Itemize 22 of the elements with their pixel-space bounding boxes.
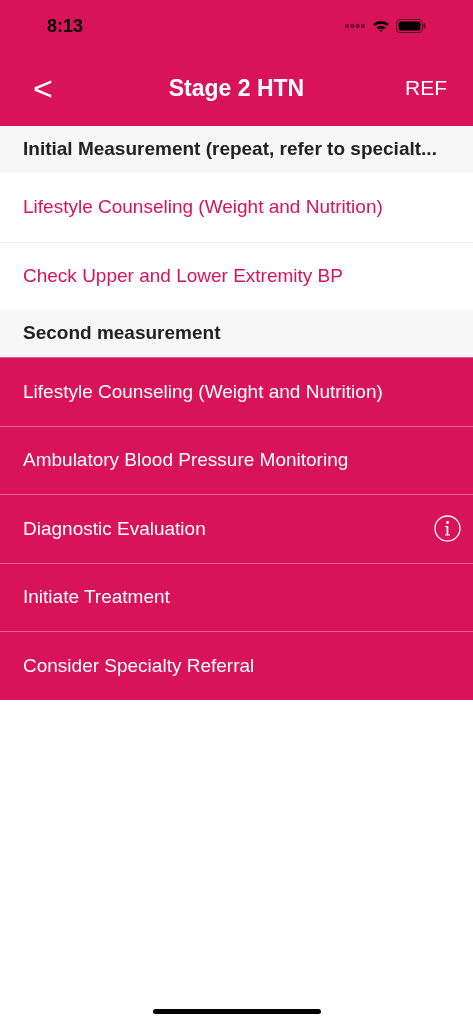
section-header: Initial Measurement (repeat, refer to specialt...: [0, 126, 473, 173]
row-label: Diagnostic Evaluation: [23, 516, 206, 541]
list-row[interactable]: Ambulatory Blood Pressure Monitoring: [0, 425, 473, 494]
wifi-icon: [372, 19, 390, 33]
list-row[interactable]: Consider Specialty Referral: [0, 631, 473, 700]
row-label: Check Upper and Lower Extremity BP: [23, 264, 343, 288]
row-label: Consider Specialty Referral: [23, 653, 255, 678]
screen-title: Stage 2 HTN: [168, 73, 305, 103]
reference-button[interactable]: REF: [405, 72, 447, 104]
info-icon[interactable]: [434, 515, 461, 543]
status-time: 8:13: [47, 14, 84, 38]
section-header: Second measurement: [0, 310, 473, 357]
list-row[interactable]: Initiate Treatment: [0, 562, 473, 631]
battery-icon: [396, 19, 426, 33]
list-row[interactable]: Diagnostic Evaluation: [0, 494, 473, 563]
signal-icon: [344, 23, 366, 29]
back-button[interactable]: <: [33, 71, 53, 105]
row-label: Lifestyle Counseling (Weight and Nutrition): [23, 379, 383, 404]
row-label: Initiate Treatment: [23, 585, 170, 609]
row-label: Lifestyle Counseling (Weight and Nutrition): [23, 195, 383, 219]
row-label: Ambulatory Blood Pressure Monitoring: [23, 448, 349, 472]
list-row[interactable]: Lifestyle Counseling (Weight and Nutrition): [0, 357, 473, 426]
